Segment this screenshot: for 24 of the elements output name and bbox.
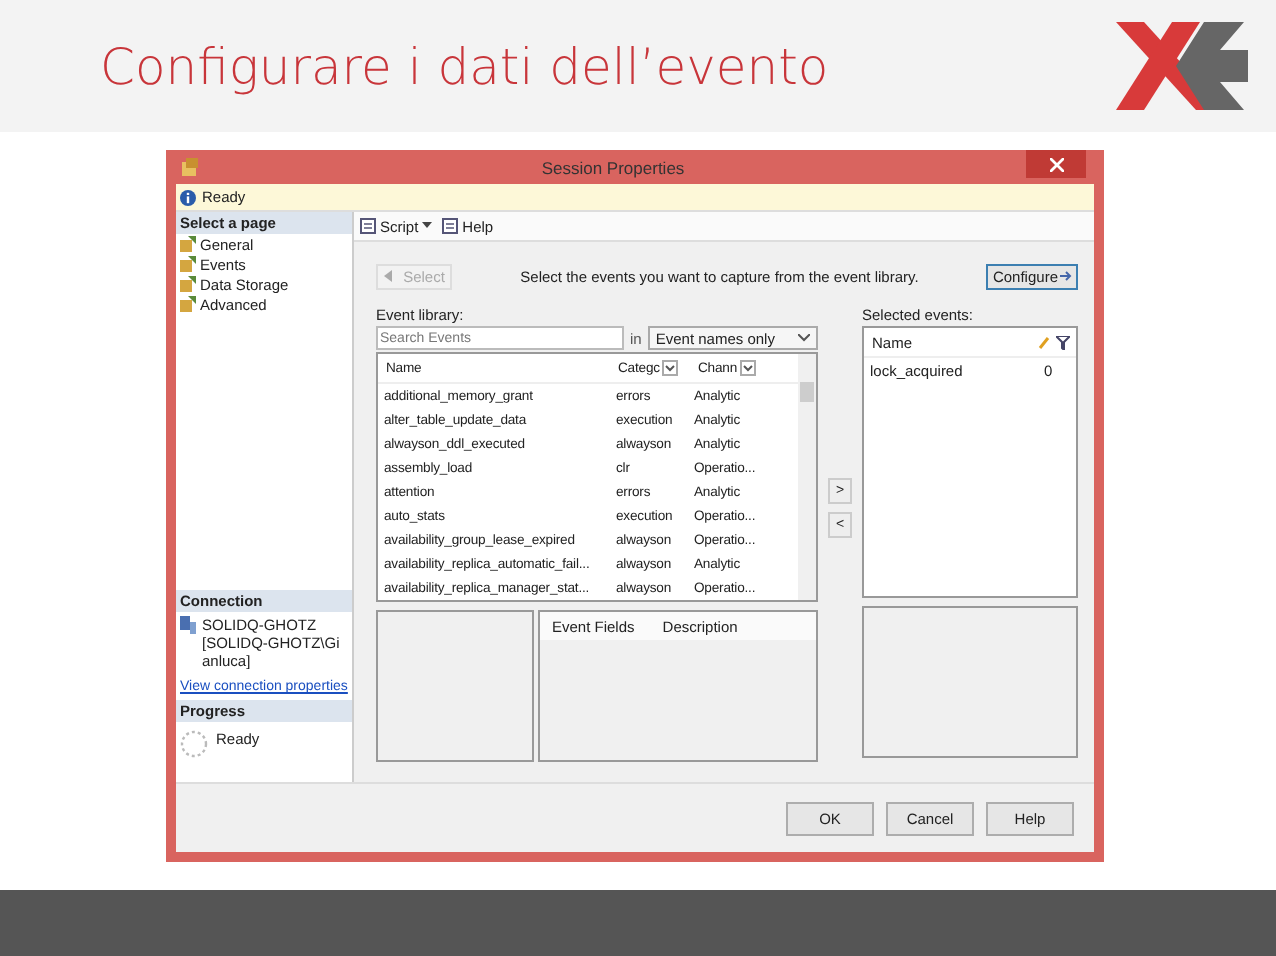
window-title: Session Properties — [539, 157, 687, 177]
page-icon — [180, 256, 196, 272]
document-icon — [442, 218, 459, 234]
chevron-icon — [798, 334, 810, 342]
spinner-icon — [180, 730, 208, 758]
filter-icon — [661, 360, 678, 376]
server-icon — [180, 616, 196, 634]
scrollbar[interactable] — [798, 354, 816, 600]
arrow-icon — [1060, 270, 1072, 282]
logo-icon — [1116, 22, 1248, 110]
caret-icon — [422, 222, 433, 230]
app-icon — [180, 157, 200, 177]
slide-title: Configurare i dati dell’evento — [100, 37, 829, 95]
close-icon — [1049, 157, 1063, 171]
page-icon — [180, 296, 196, 312]
page-icon — [180, 276, 196, 292]
filter-icon — [1056, 335, 1070, 349]
info-icon — [180, 189, 196, 205]
pencil-icon — [1038, 335, 1050, 349]
page-icon — [180, 236, 196, 252]
document-icon — [360, 218, 376, 234]
close-button[interactable] — [1026, 150, 1086, 178]
back-icon — [383, 270, 392, 282]
filter-icon — [739, 360, 756, 376]
